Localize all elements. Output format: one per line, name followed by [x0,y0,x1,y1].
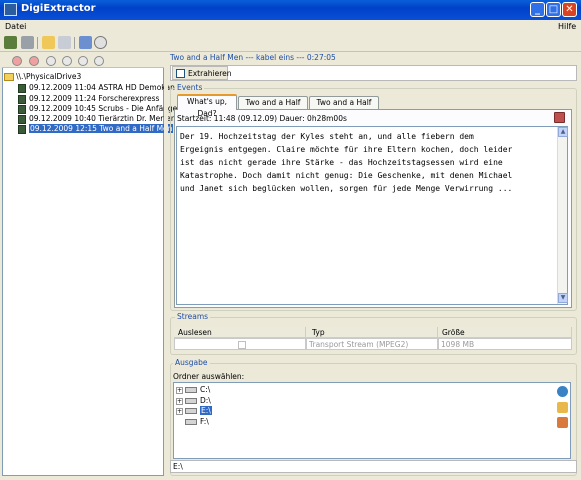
info-icon[interactable] [94,36,107,49]
scroll-down-icon[interactable]: ▼ [558,293,568,303]
column-header-groesse[interactable]: Größe [438,327,572,338]
expand-icon[interactable]: + [176,407,183,415]
events-title: Events [175,83,205,92]
folder-tree[interactable] [173,382,571,459]
tree-root[interactable]: \\.\PhysicalDrive3 [4,71,81,82]
column-header-auslesen[interactable]: Auslesen [174,327,306,338]
delete-folder-icon[interactable] [557,417,568,428]
extract-checkbox[interactable] [176,69,185,78]
app-icon [4,3,17,16]
expand-icon[interactable]: + [176,397,183,405]
folder-select-label: Ordner auswählen: [173,372,245,381]
tab-event-1[interactable]: What's up, Dad? [177,94,237,118]
nav-last-icon[interactable] [94,56,104,66]
tree-item[interactable]: 09.12.2009 11:04 ASTRA HD Demokanal [18,82,182,93]
drive-icon[interactable] [4,36,17,49]
tab-event-3[interactable]: Two and a Half Men [309,96,379,119]
description-scrollbar[interactable]: ▲ ▼ [557,127,568,304]
film-icon [18,83,26,93]
output-path[interactable]: E:\ [170,460,577,473]
menu-bar: Datei Hilfe [0,20,581,34]
film-icon [18,124,26,134]
toolbar-separator [74,37,75,49]
drive-icon [185,408,197,414]
refresh-icon[interactable] [557,386,568,397]
drive-icon [185,398,197,404]
scroll-up-icon[interactable]: ▲ [558,127,568,137]
delete-icon[interactable] [29,56,39,66]
save-icon[interactable] [79,36,92,49]
new-folder-icon[interactable] [557,402,568,413]
folder-icon [4,73,14,81]
tree-item-selected[interactable]: 09.12.2009 12:15 Two and a Half Men [18,123,174,134]
output-title: Ausgabe [173,358,210,367]
splitter[interactable] [164,54,168,476]
toolbar [0,34,581,52]
drive-item[interactable]: + C:\ [176,384,210,395]
expand-icon[interactable]: + [176,386,183,394]
column-header-typ[interactable]: Typ [306,327,438,338]
nav-next-icon[interactable] [78,56,88,66]
properties-icon[interactable] [58,36,71,49]
tools-icon[interactable] [21,36,34,49]
event-description[interactable]: Der 19. Hochzeitstag der Kyles steht an,… [176,126,568,305]
window-title: DigiExtractor [21,3,96,14]
streams-title: Streams [175,312,211,321]
minimize-button[interactable]: _ [530,2,545,17]
title-bar[interactable]: DigiExtractor _ □ ✕ [0,0,581,20]
drive-icon [185,387,197,393]
menu-hilfe[interactable]: Hilfe [558,22,576,31]
status-bar [0,476,581,480]
record-icon[interactable] [12,56,22,66]
tab-event-2[interactable]: Two and a Half Men [238,96,308,119]
recordings-toolbar [2,54,164,68]
drive-item[interactable]: F:\ [185,416,209,427]
recording-header: Two and a Half Men --- kabel eins --- 0:… [170,53,336,62]
stream-extract-cell[interactable] [174,338,306,350]
open-folder-icon[interactable] [42,36,55,49]
stream-size: 1098 MB [438,338,572,350]
nav-prev-icon[interactable] [62,56,72,66]
nav-first-icon[interactable] [46,56,56,66]
menu-datei[interactable]: Datei [5,22,26,31]
extract-option[interactable]: Extrahieren [172,66,232,80]
save-event-icon[interactable] [554,112,565,123]
extract-label: Extrahieren [188,69,232,78]
stream-type: Transport Stream (MPEG2) [306,338,438,350]
close-button[interactable]: ✕ [562,2,577,17]
drive-icon [185,419,197,425]
maximize-button[interactable]: □ [546,2,561,17]
drive-item-selected[interactable]: + E:\ [176,405,212,416]
toolbar-separator [37,37,38,49]
stream-checkbox[interactable] [238,341,246,349]
